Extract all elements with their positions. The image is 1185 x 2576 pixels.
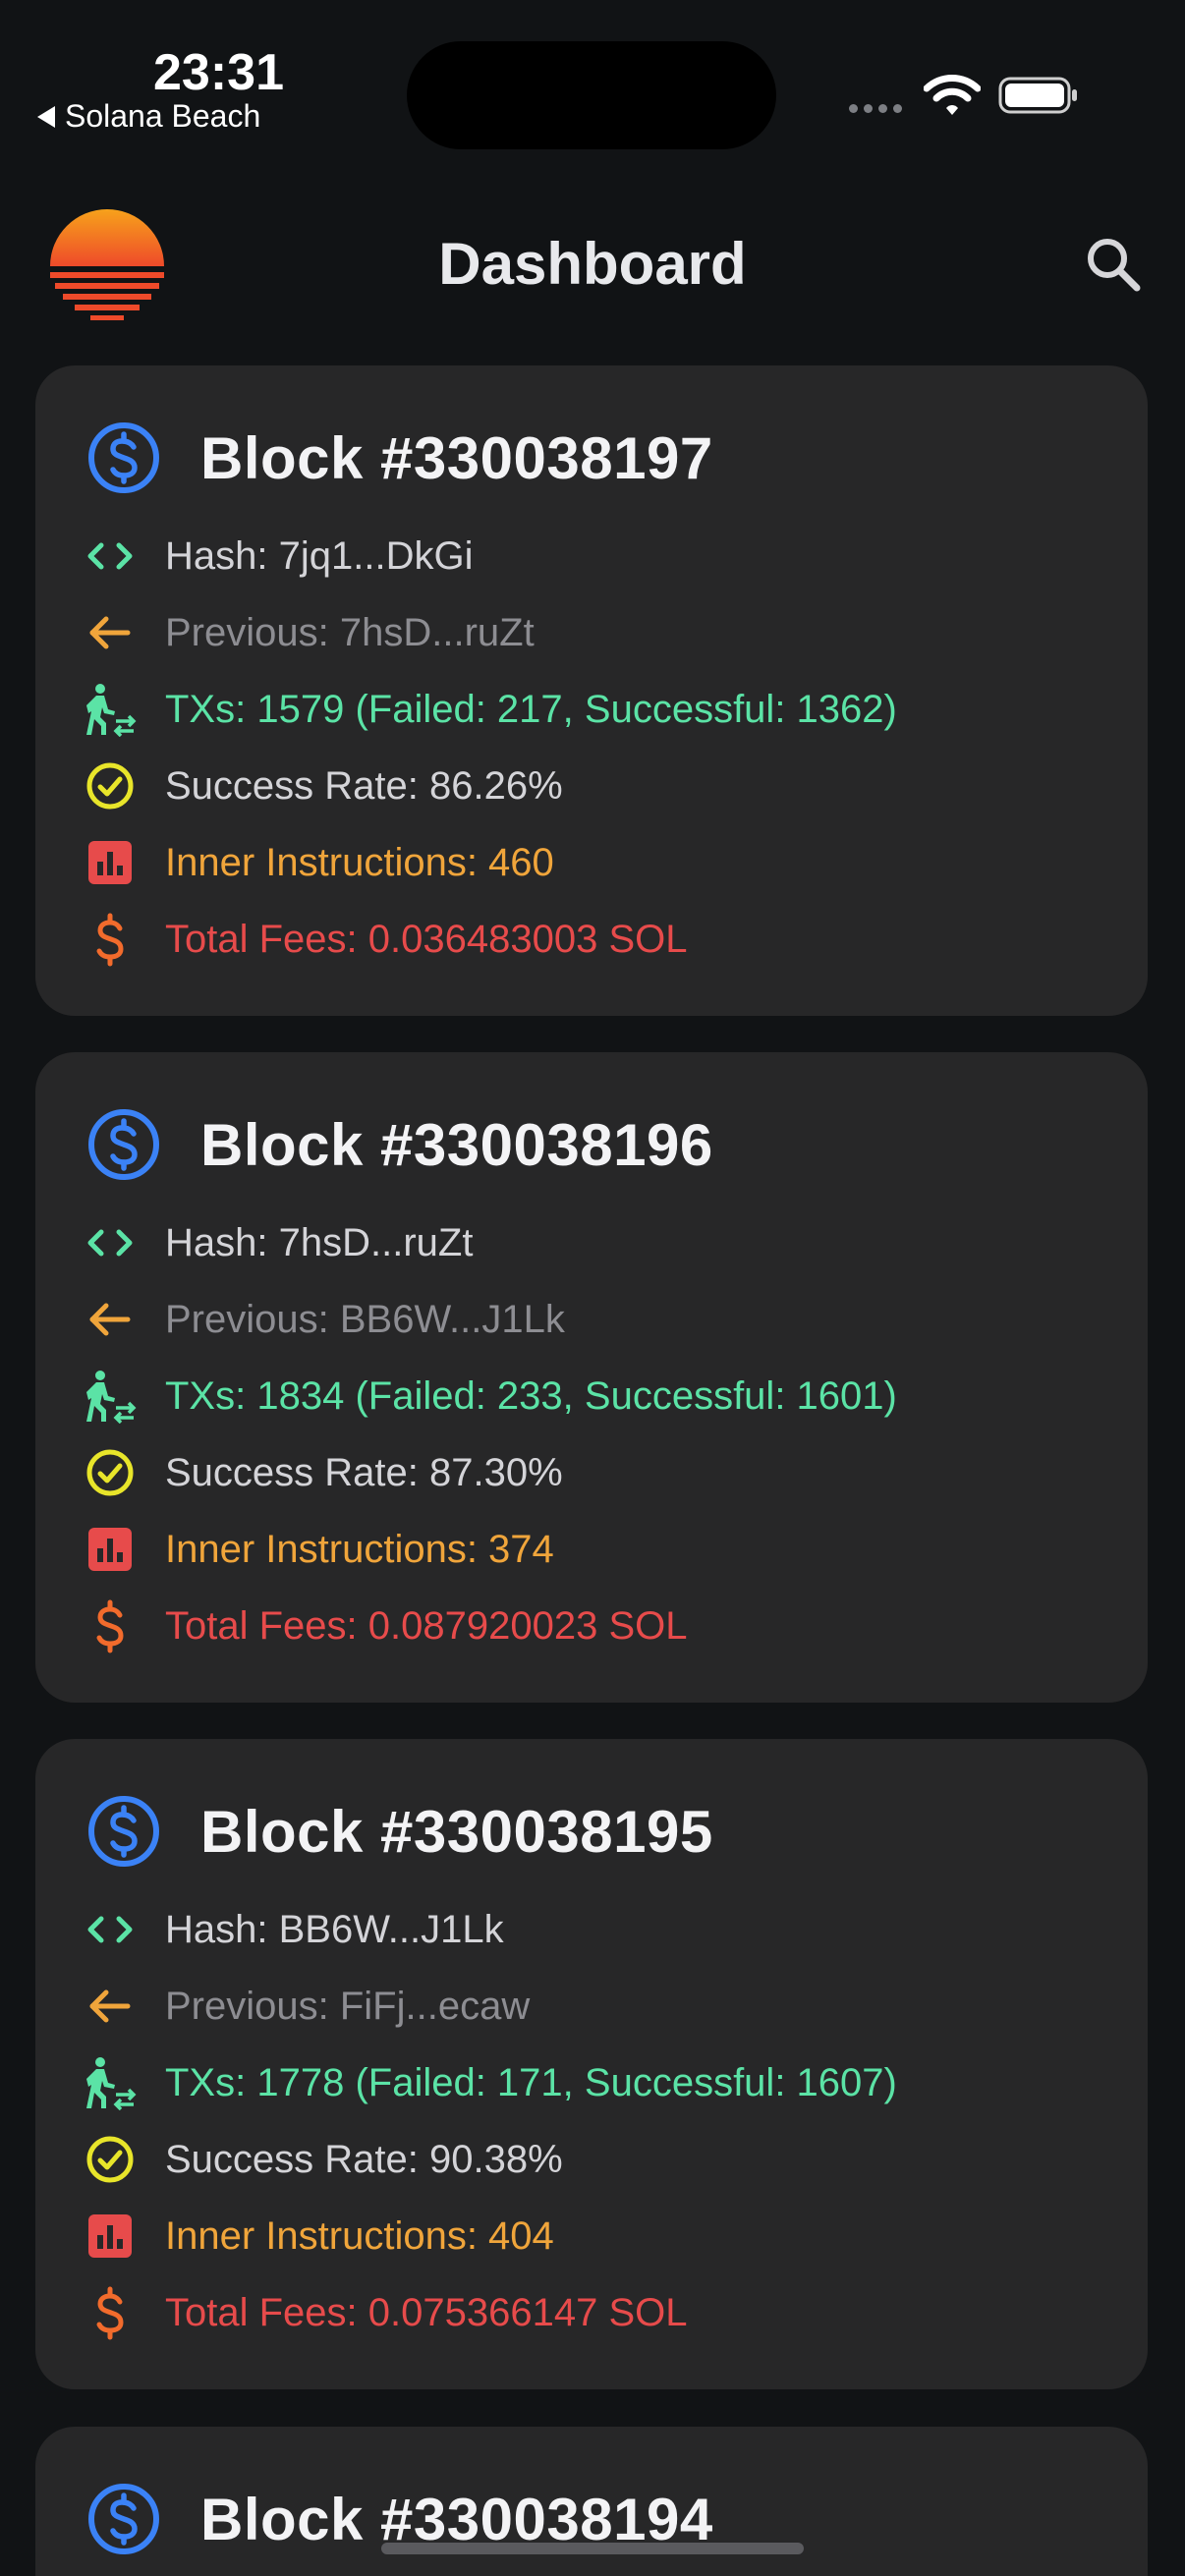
block-hash: Hash: 7jq1...DkGi	[165, 533, 474, 578]
dollar-icon	[83, 912, 138, 967]
block-card[interactable]: Block #330038195 Hash: BB6W...J1Lk Previ…	[35, 1739, 1148, 2389]
back-to-app-button[interactable]: Solana Beach	[37, 98, 260, 135]
block-total-fees: Total Fees: 0.087920023 SOL	[165, 1603, 688, 1648]
transfer-walker-icon	[83, 682, 138, 737]
block-hash: Hash: 7hsD...ruZt	[165, 1220, 474, 1264]
block-title: Block #330038195	[200, 1798, 713, 1865]
block-total-fees: Total Fees: 0.075366147 SOL	[165, 2290, 688, 2334]
dollar-icon	[83, 1598, 138, 1653]
check-circle-icon	[83, 1445, 138, 1500]
block-inner-instructions: Inner Instructions: 374	[165, 1527, 554, 1571]
arrow-left-icon	[83, 1292, 138, 1347]
dollar-coin-icon	[86, 2482, 161, 2556]
block-card[interactable]: Block #330038197 Hash: 7jq1...DkGi Previ…	[35, 365, 1148, 1016]
block-card[interactable]: Block #330038196 Hash: 7hsD...ruZt Previ…	[35, 1052, 1148, 1703]
search-icon[interactable]	[1083, 234, 1144, 295]
block-txs: TXs: 1579 (Failed: 217, Successful: 1362…	[165, 687, 897, 731]
arrow-left-icon	[83, 605, 138, 660]
code-icon	[83, 1902, 138, 1957]
block-success-rate: Success Rate: 90.38%	[165, 2137, 563, 2181]
dollar-coin-icon	[86, 1794, 161, 1869]
block-inner-instructions: Inner Instructions: 404	[165, 2213, 554, 2258]
cellular-signal-icon	[849, 104, 902, 113]
block-hash: Hash: BB6W...J1Lk	[165, 1907, 504, 1951]
dynamic-island	[407, 41, 776, 149]
back-app-label: Solana Beach	[65, 98, 261, 134]
bar-chart-icon	[83, 835, 138, 890]
page-title: Dashboard	[438, 231, 747, 297]
dollar-icon	[83, 2285, 138, 2340]
status-time: 23:31	[153, 44, 284, 101]
block-txs: TXs: 1834 (Failed: 233, Successful: 1601…	[165, 1373, 897, 1418]
code-icon	[83, 529, 138, 584]
block-success-rate: Success Rate: 86.26%	[165, 763, 563, 808]
block-previous: Previous: FiFj...ecaw	[165, 1984, 531, 2028]
code-icon	[83, 1215, 138, 1270]
check-circle-icon	[83, 758, 138, 813]
battery-icon	[998, 77, 1077, 114]
block-previous: Previous: BB6W...J1Lk	[165, 1297, 565, 1341]
home-indicator[interactable]	[381, 2543, 804, 2554]
arrow-left-icon	[83, 1979, 138, 2034]
wifi-icon	[924, 75, 981, 115]
block-success-rate: Success Rate: 87.30%	[165, 1450, 563, 1494]
transfer-walker-icon	[83, 2055, 138, 2110]
bar-chart-icon	[83, 1522, 138, 1577]
block-txs: TXs: 1778 (Failed: 171, Successful: 1607…	[165, 2060, 897, 2104]
block-previous: Previous: 7hsD...ruZt	[165, 610, 535, 654]
block-title: Block #330038197	[200, 424, 713, 491]
block-inner-instructions: Inner Instructions: 460	[165, 840, 554, 884]
check-circle-icon	[83, 2132, 138, 2187]
bar-chart-icon	[83, 2209, 138, 2264]
transfer-walker-icon	[83, 1369, 138, 1424]
back-arrow-icon	[37, 105, 55, 128]
block-title: Block #330038196	[200, 1111, 713, 1178]
block-total-fees: Total Fees: 0.036483003 SOL	[165, 917, 688, 961]
dollar-coin-icon	[86, 1107, 161, 1182]
dollar-coin-icon	[86, 420, 161, 495]
